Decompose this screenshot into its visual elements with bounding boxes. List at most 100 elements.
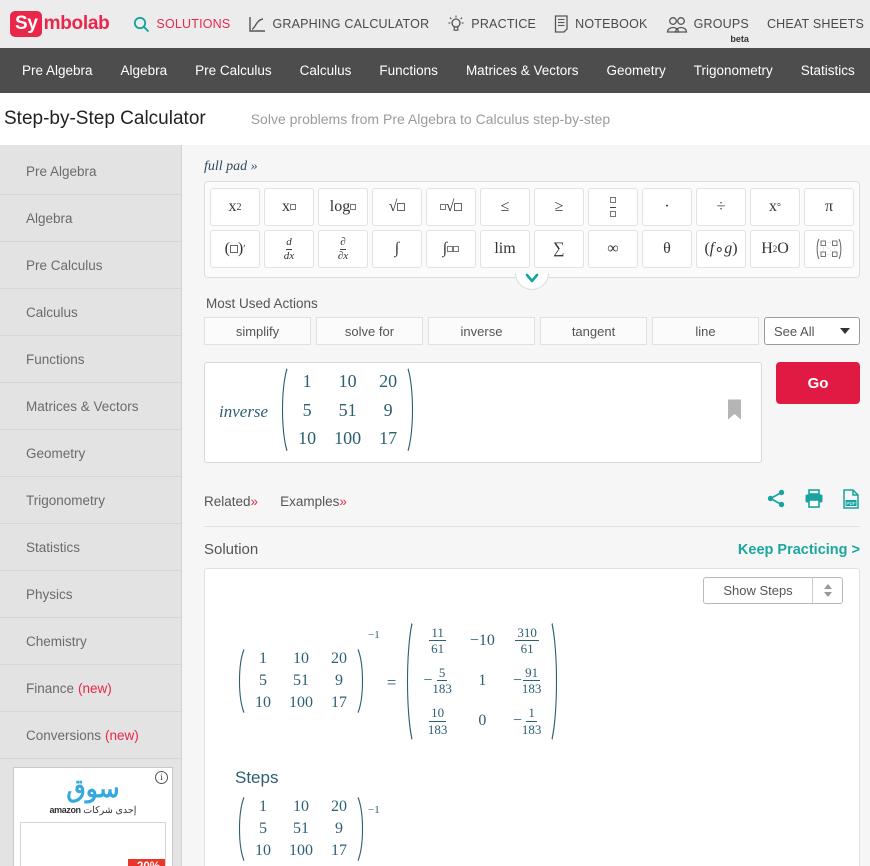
keypad-summation[interactable]: ∑ bbox=[534, 230, 584, 268]
sidebar-item-statistics[interactable]: Statistics bbox=[0, 524, 181, 571]
keypad-pi[interactable]: π bbox=[804, 188, 854, 226]
action-solve-for[interactable]: solve for bbox=[316, 317, 423, 345]
expression-input[interactable]: inverse 1 10 20 5 51 9 10 100 17 bbox=[204, 362, 762, 463]
keypad-partial-dx[interactable]: ∂ ∂x bbox=[318, 230, 368, 268]
sidebar-item-finance[interactable]: Finance (new) bbox=[0, 665, 181, 712]
sidebar-item-geometry[interactable]: Geometry bbox=[0, 430, 181, 477]
sidebar-item-functions[interactable]: Functions bbox=[0, 336, 181, 383]
keypad-x-power-box[interactable]: x bbox=[264, 188, 314, 226]
matrix-cell: 17 bbox=[379, 428, 398, 448]
see-all-dropdown[interactable]: See All bbox=[764, 317, 860, 345]
keypad-theta[interactable]: θ bbox=[642, 230, 692, 268]
symbolab-logo[interactable]: Sy mbolab bbox=[10, 10, 110, 38]
header-item-notebook[interactable]: NOTEBOOK bbox=[554, 0, 647, 48]
keypad-integral[interactable]: ∫ bbox=[372, 230, 422, 268]
bookmark-icon[interactable] bbox=[726, 399, 743, 426]
solution-source-matrix: 1 10 20 5 51 9 10 100 17 bbox=[235, 648, 367, 719]
keypad-d-dx[interactable]: d dx bbox=[264, 230, 314, 268]
keypad-definite-integral[interactable]: ∫ bbox=[426, 230, 476, 268]
header-item-graphing-calculator[interactable]: GRAPHING CALCULATOR bbox=[248, 0, 429, 48]
matrix-cell: 17 bbox=[331, 842, 347, 860]
matrix-right-paren bbox=[356, 796, 367, 862]
nav-item-pre-calculus[interactable]: Pre Calculus bbox=[181, 48, 286, 93]
keypad-fraction[interactable] bbox=[588, 188, 638, 226]
keypad-water-molecule[interactable]: H2O bbox=[750, 230, 800, 268]
keypad-degree[interactable]: x ° bbox=[750, 188, 800, 226]
matrix-cell: 51 bbox=[338, 399, 357, 420]
steps-title: Steps bbox=[235, 768, 279, 788]
keypad-derivative-prime[interactable]: () ′ bbox=[210, 230, 260, 268]
nav-item-pre-algebra[interactable]: Pre Algebra bbox=[8, 48, 107, 93]
keypad-nth-root[interactable]: √ bbox=[426, 188, 476, 226]
notebook-icon bbox=[554, 15, 569, 33]
keypad-function-composition[interactable]: (f ∘ g) bbox=[696, 230, 746, 268]
go-button[interactable]: Go bbox=[776, 362, 860, 404]
matrix-cell: 1 bbox=[478, 671, 487, 689]
action-tangent[interactable]: tangent bbox=[540, 317, 647, 345]
matrix-row: 5 51 9 bbox=[246, 670, 356, 692]
sidebar-item-calculus[interactable]: Calculus bbox=[0, 289, 181, 336]
sidebar-item-pre-algebra[interactable]: Pre Algebra bbox=[0, 148, 181, 195]
nav-item-functions[interactable]: Functions bbox=[365, 48, 452, 93]
sidebar-item-label: Statistics bbox=[26, 539, 81, 555]
full-pad-link[interactable]: full pad » bbox=[204, 159, 258, 175]
share-icon[interactable] bbox=[767, 489, 786, 513]
ad-info-icon[interactable]: i bbox=[155, 771, 168, 784]
matrix-row: −5 183 1 −91 183 bbox=[414, 661, 550, 701]
header-item-practice[interactable]: PRACTICE bbox=[447, 0, 536, 48]
matrix-cell: 1 bbox=[259, 798, 267, 816]
header-item-solutions[interactable]: SOLUTIONS bbox=[133, 0, 230, 48]
print-icon[interactable] bbox=[804, 489, 824, 513]
sidebar-item-label: Finance bbox=[26, 680, 75, 696]
nav-item-trigonometry[interactable]: Trigonometry bbox=[680, 48, 787, 93]
solution-header: Solution Keep Practicing > bbox=[204, 541, 860, 558]
pdf-icon[interactable]: PDF bbox=[842, 488, 860, 514]
svg-text:⋯: ⋯ bbox=[827, 254, 832, 259]
steps-exponent: −1 bbox=[368, 804, 380, 817]
sidebar-item-label: Chemistry bbox=[26, 633, 87, 649]
sidebar-item-pre-calculus[interactable]: Pre Calculus bbox=[0, 242, 181, 289]
input-matrix: 1 10 20 5 51 9 10 100 17 bbox=[278, 367, 417, 458]
chevron-down-icon bbox=[840, 328, 850, 334]
action-line[interactable]: line bbox=[652, 317, 759, 345]
keypad-limit[interactable]: lim bbox=[480, 230, 530, 268]
header-item-groups[interactable]: GROUPS beta bbox=[666, 0, 749, 48]
keypad-divide[interactable]: ÷ bbox=[696, 188, 746, 226]
matrix-row: 1 10 20 bbox=[246, 648, 356, 670]
matrix-left-paren bbox=[403, 621, 414, 742]
nav-item-matrices-vectors[interactable]: Matrices & Vectors bbox=[452, 48, 593, 93]
sidebar-item-conversions[interactable]: Conversions (new) bbox=[0, 712, 181, 759]
keypad-square-root[interactable]: √ bbox=[372, 188, 422, 226]
header-item-cheat-sheets[interactable]: CHEAT SHEETS bbox=[767, 0, 864, 48]
show-steps-spinner[interactable] bbox=[812, 577, 842, 603]
action-inverse[interactable]: inverse bbox=[428, 317, 535, 345]
keypad-x-squared[interactable]: x2 bbox=[210, 188, 260, 226]
keypad-expand-button[interactable] bbox=[515, 273, 549, 290]
sidebar-item-algebra[interactable]: Algebra bbox=[0, 195, 181, 242]
sidebar-item-label: Conversions bbox=[26, 727, 102, 743]
keypad-matrix-grid[interactable]: ⋯ ⋱ ⋯ ⋮ ⋮ bbox=[804, 230, 854, 268]
sidebar-advertisement[interactable]: i سوق إحدى شركات amazon -20% bbox=[13, 767, 173, 866]
examples-link[interactable]: Examples» bbox=[280, 494, 347, 509]
nav-item-calculus[interactable]: Calculus bbox=[286, 48, 366, 93]
sidebar-item-physics[interactable]: Physics bbox=[0, 571, 181, 618]
keypad-less-equal[interactable]: ≤ bbox=[480, 188, 530, 226]
sidebar-item-matrices-vectors[interactable]: Matrices & Vectors bbox=[0, 383, 181, 430]
keypad-multiply-dot[interactable]: · bbox=[642, 188, 692, 226]
matrix-cell: 11 61 bbox=[429, 624, 446, 657]
related-link[interactable]: Related» bbox=[204, 494, 258, 509]
matrix-cell: 10 bbox=[255, 693, 271, 711]
keypad-infinity[interactable]: ∞ bbox=[588, 230, 638, 268]
action-simplify[interactable]: simplify bbox=[204, 317, 311, 345]
sidebar-item-trigonometry[interactable]: Trigonometry bbox=[0, 477, 181, 524]
show-steps-selector[interactable]: Show Steps bbox=[703, 576, 843, 604]
keep-practicing-link[interactable]: Keep Practicing > bbox=[738, 542, 860, 558]
nav-item-statistics[interactable]: Statistics bbox=[787, 48, 869, 93]
keypad-greater-equal[interactable]: ≥ bbox=[534, 188, 584, 226]
keypad-log-base[interactable]: log bbox=[318, 188, 368, 226]
nav-item-algebra[interactable]: Algebra bbox=[107, 48, 182, 93]
equals-sign: = bbox=[386, 673, 397, 693]
nav-item-geometry[interactable]: Geometry bbox=[592, 48, 679, 93]
input-operator: inverse bbox=[219, 402, 269, 422]
sidebar-item-chemistry[interactable]: Chemistry bbox=[0, 618, 181, 665]
